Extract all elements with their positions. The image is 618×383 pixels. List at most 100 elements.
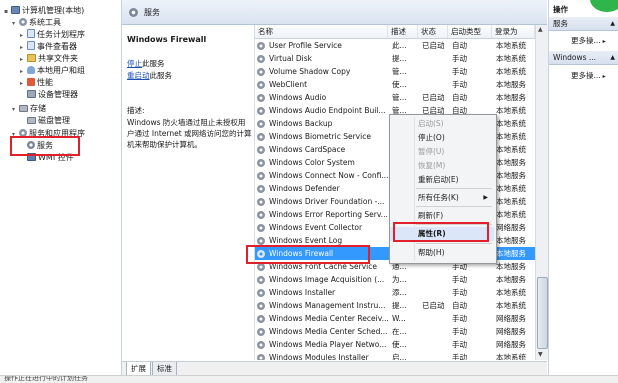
cell-status: 已启动 xyxy=(422,41,445,50)
collapse-up-icon[interactable]: ▲ xyxy=(610,17,615,30)
tree-item[interactable]: ▾ 系统工具 xyxy=(12,17,61,29)
table-row[interactable]: Windows Management Instru... 提... 已启动 自动 本地系… xyxy=(255,299,535,312)
tree-item[interactable]: 磁盘管理 xyxy=(20,115,70,127)
table-row[interactable]: Windows Installer 添... 手动 本地系统 xyxy=(255,286,535,299)
expander-icon[interactable]: ▪ xyxy=(4,6,11,18)
performance-icon xyxy=(27,78,35,86)
actions-section-windows[interactable]: Windows ... ▲ xyxy=(549,51,618,65)
cell-logon: 网络服务 xyxy=(496,327,526,336)
cell-status: 已启动 xyxy=(422,93,445,102)
stop-service-link[interactable]: 停止 xyxy=(127,59,142,68)
cell-logon: 网络服务 xyxy=(496,340,526,349)
tree-item[interactable]: ▸ 性能 xyxy=(20,77,53,89)
cell-startup: 手动 xyxy=(452,314,467,323)
cell-logon: 本地服务 xyxy=(496,236,526,245)
tree-item[interactable]: ▸ 共享文件夹 xyxy=(20,53,78,65)
column-name[interactable]: 名称 xyxy=(255,25,388,38)
view-tabs: 扩展 标准 xyxy=(122,361,547,376)
table-row[interactable]: Windows Media Center Sched... 在... 手动 网络服务 xyxy=(255,325,535,338)
menu-item[interactable]: 恢复(M) xyxy=(390,159,494,173)
expander-icon[interactable]: ▾ xyxy=(12,18,19,30)
collapse-up-icon[interactable]: ▲ xyxy=(610,51,615,64)
service-gear-icon xyxy=(257,328,265,336)
actions-section-services[interactable]: 服务 ▲ xyxy=(549,17,618,31)
menu-item[interactable]: 重新启动(E) xyxy=(390,173,494,187)
table-row[interactable]: Windows Modules Installer 启... 手动 本地系统 xyxy=(255,351,535,360)
tree-item-label: 共享文件夹 xyxy=(38,54,78,63)
chevron-right-icon: ▸ xyxy=(602,38,606,45)
service-gear-icon xyxy=(257,146,265,154)
menu-item[interactable]: 刷新(F) xyxy=(390,209,494,223)
tools-icon xyxy=(19,18,27,26)
more-actions-windows[interactable]: 更多操... ▸ xyxy=(571,70,606,81)
cell-logon: 本地系统 xyxy=(496,288,526,297)
column-description[interactable]: 描述 xyxy=(388,25,418,38)
cell-startup: 自动 xyxy=(452,41,467,50)
scrollbar-thumb[interactable] xyxy=(537,277,548,349)
cell-status: 已启动 xyxy=(422,301,445,310)
more-actions-services-label: 更多操... xyxy=(571,36,601,45)
cell-desc: 提... xyxy=(392,301,407,310)
tree-item[interactable]: ▾ 存储 xyxy=(12,103,46,115)
tree-item[interactable]: 设备管理器 xyxy=(20,89,78,101)
cell-name: Windows Media Player Netwo... xyxy=(269,340,387,349)
cell-logon: 本地服务 xyxy=(496,158,526,167)
tree-item[interactable]: ▸ 本地用户和组 xyxy=(20,65,85,77)
tree-item[interactable]: ▸ 任务计划程序 xyxy=(20,29,85,41)
service-gear-icon xyxy=(257,224,265,232)
menu-item[interactable]: 启动(S) xyxy=(390,117,494,131)
table-row[interactable]: WebClient 使... 手动 本地服务 xyxy=(255,78,535,91)
service-gear-icon xyxy=(257,120,265,128)
cell-logon: 本地系统 xyxy=(496,184,526,193)
table-row[interactable]: Windows Media Player Netwo... 使... 手动 网络服务 xyxy=(255,338,535,351)
column-startup-type[interactable]: 启动类型 xyxy=(448,25,492,38)
cell-startup: 手动 xyxy=(452,80,467,89)
vertical-scrollbar[interactable]: ▲ ▼ xyxy=(535,25,548,360)
computer-icon xyxy=(11,6,20,14)
actions-section-services-label: 服务 xyxy=(553,19,568,28)
table-row[interactable]: Volume Shadow Copy 管... 手动 本地系统 xyxy=(255,65,535,78)
cell-startup: 手动 xyxy=(452,353,467,360)
tab-standard[interactable]: 标准 xyxy=(152,362,177,376)
cell-desc: 为... xyxy=(392,275,407,284)
service-gear-icon xyxy=(257,42,265,50)
table-row[interactable]: Windows Image Acquisition (... 为... 手动 本地服务 xyxy=(255,273,535,286)
menu-item[interactable]: 暂停(U) xyxy=(390,145,494,159)
column-logon-as[interactable]: 登录为 xyxy=(492,25,535,38)
service-gear-icon xyxy=(257,159,265,167)
tree-item[interactable]: ▸ 事件查看器 xyxy=(20,41,77,53)
menu-item[interactable]: 帮助(H) xyxy=(390,246,494,260)
more-actions-services[interactable]: 更多操... ▸ xyxy=(571,35,606,46)
menu-item-label: 暂停(U) xyxy=(418,147,445,156)
expander-icon[interactable]: ▾ xyxy=(12,104,19,116)
column-status[interactable]: 状态 xyxy=(418,25,448,38)
stop-service-line: 停止此服务 xyxy=(127,58,165,69)
services-title: 服务 xyxy=(144,8,160,17)
scroll-down-icon[interactable]: ▼ xyxy=(538,351,543,358)
cell-startup: 自动 xyxy=(452,301,467,310)
restart-service-link[interactable]: 重启动 xyxy=(127,71,150,80)
actions-pane: 操作 服务 ▲ 更多操... ▸ Windows ... ▲ 更多操... ▸ xyxy=(548,0,618,375)
highlight-box-windows-firewall xyxy=(246,245,370,264)
table-row[interactable]: Virtual Disk 提... 手动 本地系统 xyxy=(255,52,535,65)
menu-item[interactable]: 所有任务(K) ▶ xyxy=(390,191,494,205)
cell-name: Windows Image Acquisition (... xyxy=(269,275,385,284)
service-gear-icon xyxy=(257,55,265,63)
cell-name: Windows CardSpace xyxy=(269,145,346,154)
event-log-icon xyxy=(27,41,35,50)
menu-item-label: 启动(S) xyxy=(418,119,444,128)
table-row[interactable]: User Profile Service 此... 已启动 自动 本地系统 xyxy=(255,39,535,52)
tab-extended[interactable]: 扩展 xyxy=(126,362,151,376)
table-row[interactable]: Windows Audio 管... 已启动 自动 本地服务 xyxy=(255,91,535,104)
cell-startup: 手动 xyxy=(452,288,467,297)
cell-status xyxy=(420,325,450,338)
menu-item-label: 所有任务(K) xyxy=(418,193,459,202)
table-row[interactable]: Windows Media Center Receiv... W... 手动 网络服务 xyxy=(255,312,535,325)
menu-item[interactable]: 停止(O) xyxy=(390,131,494,145)
scroll-up-icon[interactable]: ▲ xyxy=(538,26,543,33)
clock-icon xyxy=(27,29,35,38)
restart-service-line: 重启动此服务 xyxy=(127,70,172,81)
tree-item[interactable]: ▪ 计算机管理(本地) xyxy=(4,5,84,17)
cell-name: Windows Event Collector xyxy=(269,223,363,232)
menu-item-label: 停止(O) xyxy=(418,133,445,142)
